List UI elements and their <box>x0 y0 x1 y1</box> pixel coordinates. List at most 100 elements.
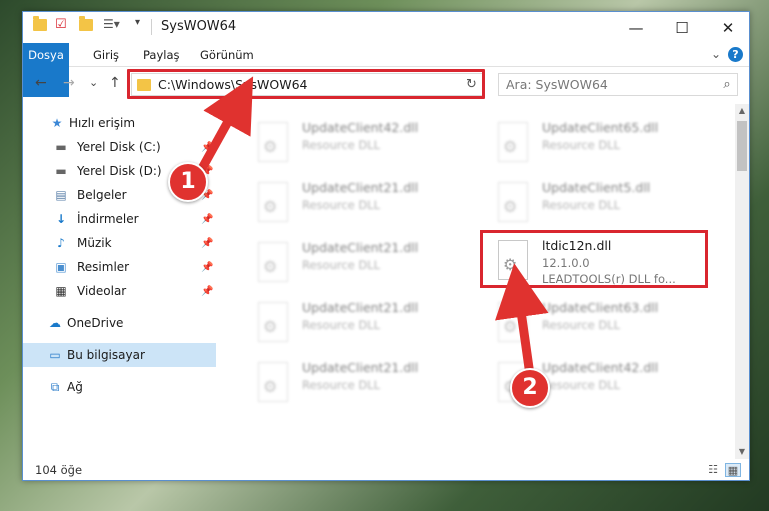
tiles-view-icon[interactable]: ▦ <box>725 463 741 477</box>
video-icon: ▦ <box>55 284 67 298</box>
file-highlight-box <box>480 230 708 288</box>
scrollbar-thumb[interactable] <box>737 121 747 171</box>
computer-icon: ▭ <box>49 348 61 362</box>
scroll-down-icon[interactable]: ▼ <box>735 445 749 459</box>
search-box[interactable]: Ara: SysWOW64 ⌕ <box>498 73 738 96</box>
sidebar-item-indirmeler[interactable]: ↓ İndirmeler 📌 <box>23 207 216 231</box>
list-item[interactable]: UpdateClient21.dll Resource DLL <box>240 236 470 290</box>
sidebar-item-label: İndirmeler <box>77 212 139 226</box>
document-icon: ▤ <box>55 188 67 202</box>
help-icon[interactable]: ? <box>728 47 743 62</box>
dll-file-icon <box>258 242 288 282</box>
list-item[interactable]: UpdateClient65.dll Resource DLL <box>480 116 710 170</box>
dll-file-icon <box>498 302 528 342</box>
sidebar-item-label: Bu bilgisayar <box>67 348 145 362</box>
close-button[interactable]: ✕ <box>705 12 751 43</box>
file-type: Resource DLL <box>542 138 621 152</box>
status-bar: 104 öğe ☷ ▦ <box>23 460 749 481</box>
network-icon: ⧉ <box>50 380 60 394</box>
search-icon[interactable]: ⌕ <box>717 77 737 92</box>
search-input[interactable]: Ara: SysWOW64 <box>506 77 717 92</box>
dll-file-icon <box>258 362 288 402</box>
file-type: Resource DLL <box>542 378 621 392</box>
new-folder-icon[interactable] <box>79 16 93 31</box>
pin-icon[interactable]: 📌 <box>201 142 213 153</box>
minimize-button[interactable]: — <box>613 12 659 43</box>
sidebar-item-disk-c[interactable]: ▬ Yerel Disk (C:) 📌 <box>23 135 216 159</box>
sidebar-item-label: Belgeler <box>77 188 127 202</box>
tab-gorunum[interactable]: Görünüm <box>200 43 254 67</box>
ribbon: Dosya Giriş Paylaş Görünüm ⌄ ? <box>23 43 749 97</box>
file-name: UpdateClient63.dll <box>542 300 659 315</box>
sidebar-item-bu-bilgisayar[interactable]: ▭ Bu bilgisayar <box>23 343 216 367</box>
sidebar-item-label: Müzik <box>77 236 112 250</box>
sidebar-item-label: Ağ <box>67 380 83 394</box>
dll-file-icon <box>258 182 288 222</box>
list-item[interactable]: UpdateClient42.dll Resource DLL <box>240 116 470 170</box>
toolbar-dropdown-icon[interactable]: ▾ <box>135 17 140 28</box>
list-item[interactable]: UpdateClient21.dll Resource DLL <box>240 176 470 230</box>
list-item[interactable]: UpdateClient5.dll Resource DLL <box>480 176 710 230</box>
properties-icon[interactable]: ☑ <box>55 17 67 32</box>
sidebar-item-onedrive[interactable]: ☁ OneDrive <box>23 311 216 335</box>
pin-icon[interactable]: 📌 <box>201 238 213 249</box>
dll-file-icon <box>498 182 528 222</box>
file-name: UpdateClient21.dll <box>302 360 419 375</box>
sidebar-item-ag[interactable]: ⧉ Ağ <box>23 375 216 399</box>
pin-icon[interactable]: 📌 <box>201 286 213 297</box>
file-type: Resource DLL <box>302 138 381 152</box>
customize-toolbar-icon[interactable]: ☰▾ <box>103 17 120 31</box>
back-button[interactable]: ← <box>35 75 47 91</box>
tab-giris[interactable]: Giriş <box>93 43 119 67</box>
file-type: Resource DLL <box>302 378 381 392</box>
sidebar-item-label: Yerel Disk (C:) <box>77 140 161 154</box>
dll-file-icon <box>258 302 288 342</box>
sidebar-item-label: OneDrive <box>67 316 124 330</box>
vertical-scrollbar[interactable]: ▲ ▼ <box>735 104 749 459</box>
sidebar-item-muzik[interactable]: ♪ Müzik 📌 <box>23 231 216 255</box>
file-type: Resource DLL <box>542 198 621 212</box>
file-name: UpdateClient21.dll <box>302 300 419 315</box>
step-2-badge: 2 <box>510 368 550 408</box>
forward-button[interactable]: → <box>63 75 75 91</box>
sidebar-item-label: Hızlı erişim <box>69 116 136 130</box>
file-name: UpdateClient42.dll <box>542 360 659 375</box>
sidebar-item-videolar[interactable]: ▦ Videolar 📌 <box>23 279 216 303</box>
list-item[interactable]: UpdateClient21.dll Resource DLL <box>240 296 470 350</box>
address-highlight-box <box>127 69 485 99</box>
pin-icon[interactable]: 📌 <box>201 214 213 225</box>
folder-icon <box>33 16 47 31</box>
file-type: Resource DLL <box>302 318 381 332</box>
file-name: UpdateClient65.dll <box>542 120 659 135</box>
navigation-pane: ★ Hızlı erişim ▬ Yerel Disk (C:) 📌 ▬ Yer… <box>23 104 216 459</box>
details-view-icon[interactable]: ☷ <box>705 463 721 477</box>
item-count: 104 öğe <box>35 463 83 477</box>
dll-file-icon <box>498 122 528 162</box>
sidebar-item-resimler[interactable]: ▣ Resimler 📌 <box>23 255 216 279</box>
file-type: Resource DLL <box>542 318 621 332</box>
scroll-up-icon[interactable]: ▲ <box>735 104 749 118</box>
title-separator <box>151 19 152 35</box>
maximize-button[interactable]: ☐ <box>659 12 705 43</box>
up-button[interactable]: ↑ <box>109 75 121 91</box>
recent-locations-button[interactable]: ⌄ <box>89 76 98 89</box>
expand-ribbon-icon[interactable]: ⌄ <box>711 47 721 61</box>
drive-icon: ▬ <box>55 164 67 178</box>
file-type: Resource DLL <box>302 198 381 212</box>
pin-icon[interactable]: 📌 <box>201 262 213 273</box>
music-icon: ♪ <box>57 236 65 250</box>
drive-icon: ▬ <box>55 140 67 154</box>
tab-paylas[interactable]: Paylaş <box>143 43 180 67</box>
star-icon: ★ <box>51 116 63 130</box>
list-item[interactable]: UpdateClient21.dll Resource DLL <box>240 356 470 410</box>
navigation-bar: ← → ⌄ ↑ C:\Windows\SysWOW64 ⌄ ↻ Ara: Sys… <box>23 68 749 100</box>
dll-file-icon <box>258 122 288 162</box>
sidebar-item-quick-access[interactable]: ★ Hızlı erişim <box>23 111 216 135</box>
step-1-badge: 1 <box>168 162 208 202</box>
pictures-icon: ▣ <box>55 260 67 274</box>
file-name: UpdateClient21.dll <box>302 240 419 255</box>
sidebar-item-label: Videolar <box>77 284 127 298</box>
file-name: UpdateClient21.dll <box>302 180 419 195</box>
list-item[interactable]: UpdateClient63.dll Resource DLL <box>480 296 710 350</box>
download-icon: ↓ <box>55 212 67 226</box>
